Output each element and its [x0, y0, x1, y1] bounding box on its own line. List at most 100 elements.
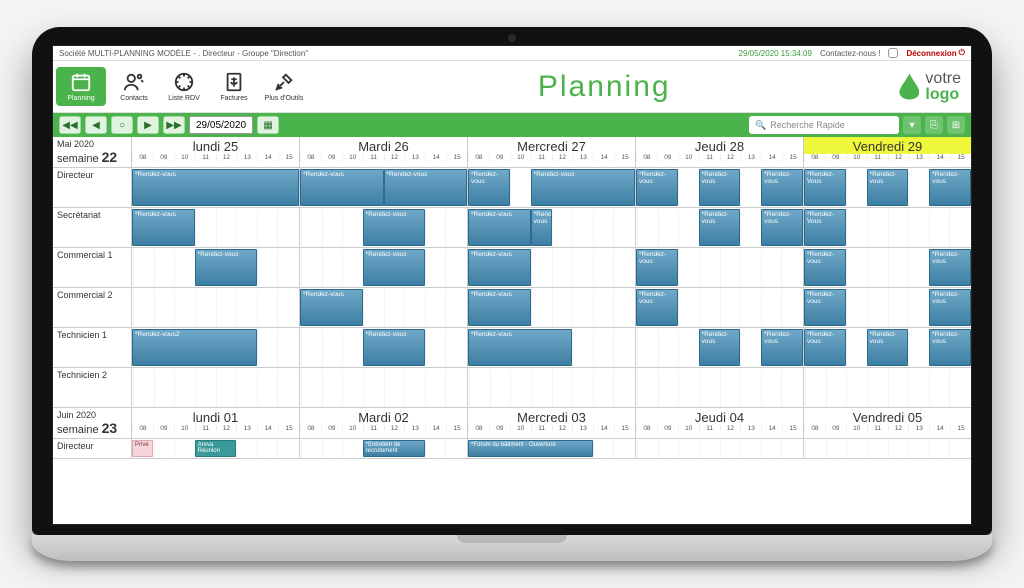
day-cell[interactable]: *Rendez-vous2 [131, 328, 299, 367]
day-cell[interactable]: *Rendez-Vous [803, 208, 971, 247]
calendar-event[interactable]: *Rendez-vous [929, 169, 971, 206]
day-cell[interactable]: *Rendez-vous [467, 328, 635, 367]
day-cell[interactable]: *Rendez-vous [467, 248, 635, 287]
calendar-event[interactable]: *Rendez-vous [804, 329, 846, 366]
day-cell[interactable]: *Entretien de recrutement [299, 439, 467, 458]
calendar-event[interactable]: *Rendez-vous [300, 289, 363, 326]
day-cell[interactable]: *Forum du bâtiment - Ouverture [467, 439, 635, 458]
calendar-event[interactable]: *Rendez-vous [929, 249, 971, 286]
calendar-event[interactable]: *Rendez-vous [867, 169, 909, 206]
calendar-event[interactable]: Privé [132, 440, 153, 457]
calendar-event[interactable]: *Rendez-vous [300, 169, 384, 206]
calendar-event[interactable]: *Rendez-vous [929, 329, 971, 366]
nav-next-button[interactable]: ▶ [137, 116, 159, 134]
day-cell[interactable]: *Rendez-vous [635, 248, 803, 287]
nav-listerdv[interactable]: Liste RDV [159, 64, 209, 109]
calendar-event[interactable]: *Rendez-vous [468, 289, 531, 326]
day-header[interactable]: Jeudi 28 [636, 137, 803, 154]
day-header[interactable]: Jeudi 04 [636, 408, 803, 425]
day-cell[interactable]: *Rendez-vous*Rendez-vous [467, 168, 635, 207]
day-header[interactable]: lundi 01 [132, 408, 299, 425]
calendar-event[interactable]: *Forum du bâtiment - Ouverture [468, 440, 593, 457]
calendar-event[interactable]: *Rendez-vous [761, 209, 803, 246]
resource-label[interactable]: Commercial 1 [53, 248, 131, 287]
day-cell[interactable]: *Rendez-vous [299, 248, 467, 287]
calendar-event[interactable]: *Rendez-Vous [804, 209, 846, 246]
day-cell[interactable]: *Rendez-vous [131, 168, 299, 207]
calendar-event[interactable]: *Rendez-vous [363, 329, 426, 366]
day-header[interactable]: Mardi 02 [300, 408, 467, 425]
nav-planning[interactable]: Planning [56, 67, 106, 106]
day-cell[interactable]: *Rendez-vous *Rendez-vous [635, 208, 803, 247]
day-cell[interactable]: *Rendez-vous *Rendez-vous [635, 328, 803, 367]
calendar-event[interactable]: *Rendez-vous [867, 329, 909, 366]
resource-label[interactable]: Directeur [53, 168, 131, 207]
day-header[interactable]: Vendredi 29 [804, 137, 971, 154]
day-cell[interactable]: *Rendez-vous [299, 328, 467, 367]
day-cell[interactable]: *Rendez-vous [131, 208, 299, 247]
calendar-event[interactable]: *Rendez-vous [195, 249, 258, 286]
calendar-picker-button[interactable]: ▦ [257, 116, 279, 134]
calendar-event[interactable]: *Rendez-vous [531, 169, 635, 206]
calendar-event[interactable]: *Rendez-vous [761, 329, 803, 366]
day-cell[interactable] [803, 368, 971, 407]
day-cell[interactable]: *Rendez-vous [635, 288, 803, 327]
filter-button[interactable]: ▾ [903, 116, 921, 134]
day-header[interactable]: Mardi 26 [300, 137, 467, 154]
resource-label[interactable]: Technicien 2 [53, 368, 131, 407]
calendar-event[interactable]: *Entretien de recrutement [363, 440, 426, 457]
day-header[interactable]: lundi 25 [132, 137, 299, 154]
calendar-grid[interactable]: Mai 2020semaine 22lundi 2508091011121314… [53, 137, 971, 523]
nav-contacts[interactable]: Contacts [109, 64, 159, 109]
export-excel-button[interactable]: ⊞ [947, 116, 965, 134]
resource-label[interactable]: Technicien 1 [53, 328, 131, 367]
calendar-event[interactable]: *Rendez-vous [468, 249, 531, 286]
calendar-event[interactable]: *Rendez-vous [363, 209, 426, 246]
day-cell[interactable]: *Rendez-vous*Rendez-vous [467, 208, 635, 247]
search-input[interactable]: 🔍 Recherche Rapide [749, 116, 899, 134]
calendar-event[interactable]: *Rendez-vous [468, 329, 572, 366]
day-cell[interactable]: *Rendez-vous [467, 288, 635, 327]
nav-factures[interactable]: Factures [209, 64, 259, 109]
resource-label[interactable]: Commercial 2 [53, 288, 131, 327]
day-cell[interactable] [803, 439, 971, 458]
day-cell[interactable]: *Rendez-vous *Rendez-vous *Rendez-vous [635, 168, 803, 207]
calendar-event[interactable]: *Rendez-vous [929, 289, 971, 326]
nav-outils[interactable]: Plus d'Outils [259, 64, 309, 109]
day-cell[interactable] [635, 439, 803, 458]
day-cell[interactable]: *Rendez-vous *Rendez-vous *Rendez-vous [803, 328, 971, 367]
day-cell[interactable]: *Rendez-vous *Rendez-vous [803, 248, 971, 287]
day-cell[interactable]: *Rendez-vous [299, 208, 467, 247]
day-cell[interactable] [131, 288, 299, 327]
calendar-event[interactable]: *Rendez-Vous [804, 169, 846, 206]
day-header[interactable]: Mercredi 27 [468, 137, 635, 154]
calendar-event[interactable]: *Rendez-vous [468, 209, 531, 246]
calendar-event[interactable]: *Rendez-vous [636, 249, 678, 286]
calendar-event[interactable]: *Rendez-vous [531, 209, 552, 246]
day-cell[interactable] [131, 368, 299, 407]
nav-next-fast-button[interactable]: ▶▶ [163, 116, 185, 134]
calendar-event[interactable]: *Rendez-vous [636, 169, 678, 206]
contact-link[interactable]: Contactez-nous ! [820, 49, 880, 58]
day-cell[interactable] [467, 368, 635, 407]
logout-link[interactable]: Déconnexion⏻ [906, 48, 965, 58]
calendar-event[interactable]: *Rendez-vous [699, 329, 741, 366]
calendar-event[interactable]: *Rendez-vous [132, 169, 299, 206]
day-cell[interactable]: *Rendez-vous*Rendez-vous [803, 288, 971, 327]
day-header[interactable]: Vendredi 05 [804, 408, 971, 425]
nav-today-button[interactable]: ○ [111, 116, 133, 134]
calendar-event[interactable]: *Rendez-vous [384, 169, 468, 206]
export-pdf-button[interactable]: ⎘ [925, 116, 943, 134]
day-cell[interactable]: *Rendez-vous [131, 248, 299, 287]
calendar-event[interactable]: *Rendez-vous [761, 169, 803, 206]
nav-prev-fast-button[interactable]: ◀◀ [59, 116, 81, 134]
day-cell[interactable] [635, 368, 803, 407]
day-header[interactable]: Mercredi 03 [468, 408, 635, 425]
calendar-event[interactable]: *Rendez-vous [804, 249, 846, 286]
day-cell[interactable]: *Rendez-vous [299, 288, 467, 327]
resource-label[interactable]: Secrétariat [53, 208, 131, 247]
calendar-event[interactable]: *Rendez-vous [699, 209, 741, 246]
resource-label[interactable]: Directeur [53, 439, 131, 458]
day-cell[interactable] [299, 368, 467, 407]
calendar-event[interactable]: *Rendez-vous [699, 169, 741, 206]
